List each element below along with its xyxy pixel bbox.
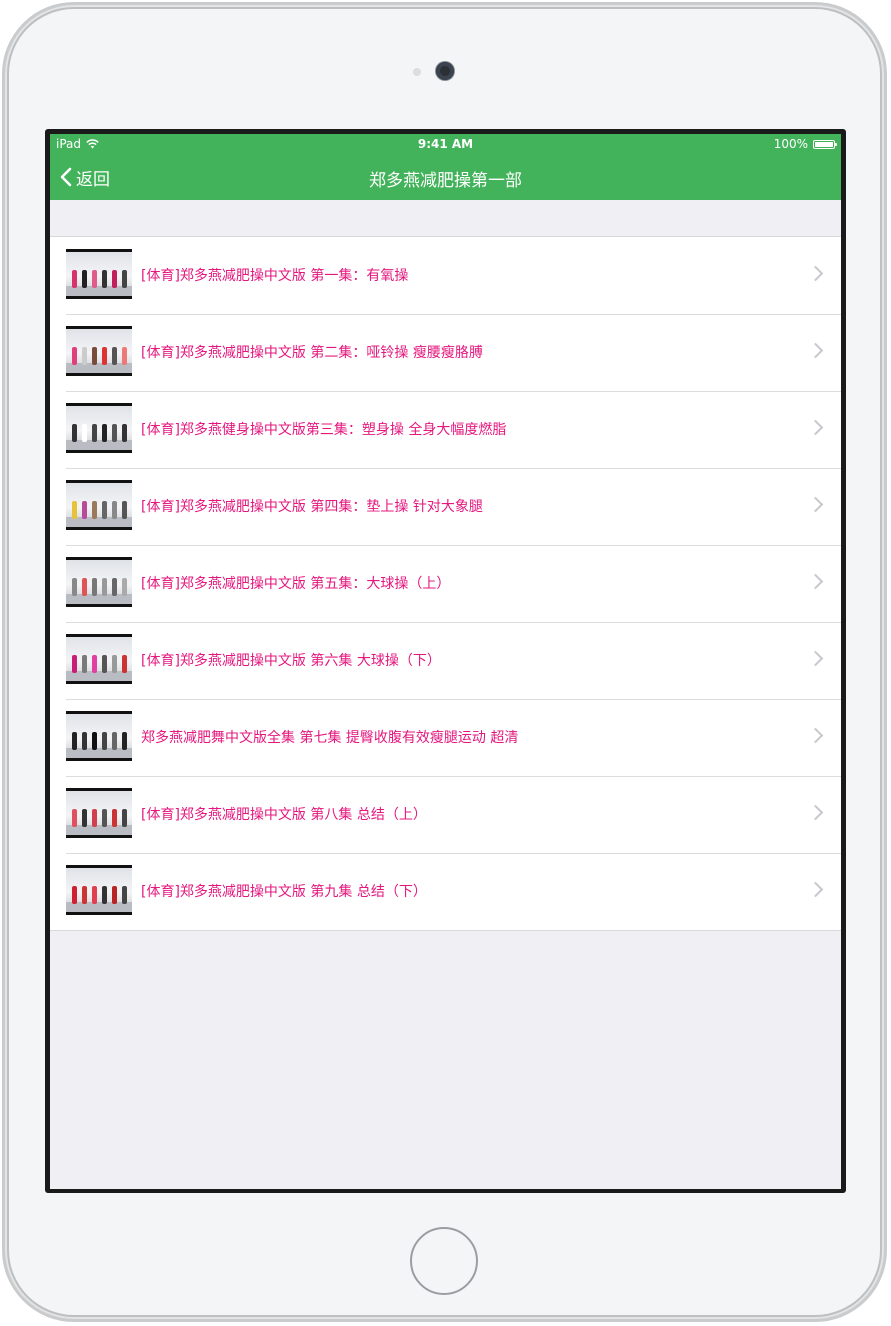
app-screen: iPad 9:41 AM 100% 返回 郑多燕减肥操第一部 [体育]郑多燕减肥… — [50, 134, 841, 1189]
video-thumbnail — [66, 557, 132, 607]
episode-title: [体育]郑多燕减肥操中文版 第五集：大球操（上） — [141, 576, 451, 592]
chevron-right-icon — [807, 804, 824, 821]
light-sensor — [413, 68, 421, 76]
episode-row[interactable]: [体育]郑多燕减肥操中文版 第二集：哑铃操 瘦腰瘦胳膊 — [50, 314, 841, 391]
status-battery: 100% — [773, 137, 837, 151]
episode-title: [体育]郑多燕健身操中文版第三集：塑身操 全身大幅度燃脂 — [141, 422, 507, 438]
home-button[interactable] — [410, 1227, 478, 1295]
episode-title: [体育]郑多燕减肥操中文版 第八集 总结（上） — [141, 807, 427, 823]
episode-title: [体育]郑多燕减肥操中文版 第六集 大球操（下） — [141, 653, 441, 669]
front-camera — [436, 62, 454, 80]
video-thumbnail — [66, 788, 132, 838]
chevron-right-icon — [807, 881, 824, 898]
episode-row[interactable]: [体育]郑多燕减肥操中文版 第八集 总结（上） — [50, 776, 841, 853]
video-thumbnail — [66, 865, 132, 915]
video-thumbnail — [66, 634, 132, 684]
chevron-right-icon — [807, 265, 824, 282]
chevron-right-icon — [807, 650, 824, 667]
episode-title: 郑多燕减肥舞中文版全集 第七集 提臀收腹有效瘦腿运动 超清 — [141, 730, 519, 746]
episode-row[interactable]: [体育]郑多燕减肥操中文版 第一集：有氧操 — [50, 237, 841, 314]
chevron-right-icon — [807, 727, 824, 744]
chevron-right-icon — [807, 496, 824, 513]
episode-title: [体育]郑多燕减肥操中文版 第二集：哑铃操 瘦腰瘦胳膊 — [141, 345, 483, 361]
episode-title: [体育]郑多燕减肥操中文版 第九集 总结（下） — [141, 884, 427, 900]
episode-row[interactable]: [体育]郑多燕减肥操中文版 第五集：大球操（上） — [50, 545, 841, 622]
video-thumbnail — [66, 403, 132, 453]
episode-row[interactable]: [体育]郑多燕健身操中文版第三集：塑身操 全身大幅度燃脂 — [50, 391, 841, 468]
battery-percent: 100% — [773, 137, 808, 151]
video-thumbnail — [66, 480, 132, 530]
chevron-right-icon — [807, 573, 824, 590]
chevron-right-icon — [807, 419, 824, 436]
episode-title: [体育]郑多燕减肥操中文版 第一集：有氧操 — [141, 268, 409, 284]
battery-icon — [813, 139, 837, 149]
episode-title: [体育]郑多燕减肥操中文版 第四集：垫上操 针对大象腿 — [141, 499, 483, 515]
episode-row[interactable]: [体育]郑多燕减肥操中文版 第四集：垫上操 针对大象腿 — [50, 468, 841, 545]
video-thumbnail — [66, 711, 132, 761]
episode-row[interactable]: [体育]郑多燕减肥操中文版 第九集 总结（下） — [50, 853, 841, 930]
chevron-right-icon — [807, 342, 824, 359]
status-time: 9:41 AM — [417, 137, 474, 151]
video-thumbnail — [66, 326, 132, 376]
video-thumbnail — [66, 249, 132, 299]
navigation-bar: iPad 9:41 AM 100% 返回 郑多燕减肥操第一部 — [50, 134, 841, 200]
episode-row[interactable]: 郑多燕减肥舞中文版全集 第七集 提臀收腹有效瘦腿运动 超清 — [50, 699, 841, 776]
episode-list: [体育]郑多燕减肥操中文版 第一集：有氧操 [体育]郑多燕减肥操中文版 第二集：哑… — [50, 236, 841, 931]
episode-row[interactable]: [体育]郑多燕减肥操中文版 第六集 大球操（下） — [50, 622, 841, 699]
page-title: 郑多燕减肥操第一部 — [369, 171, 522, 191]
